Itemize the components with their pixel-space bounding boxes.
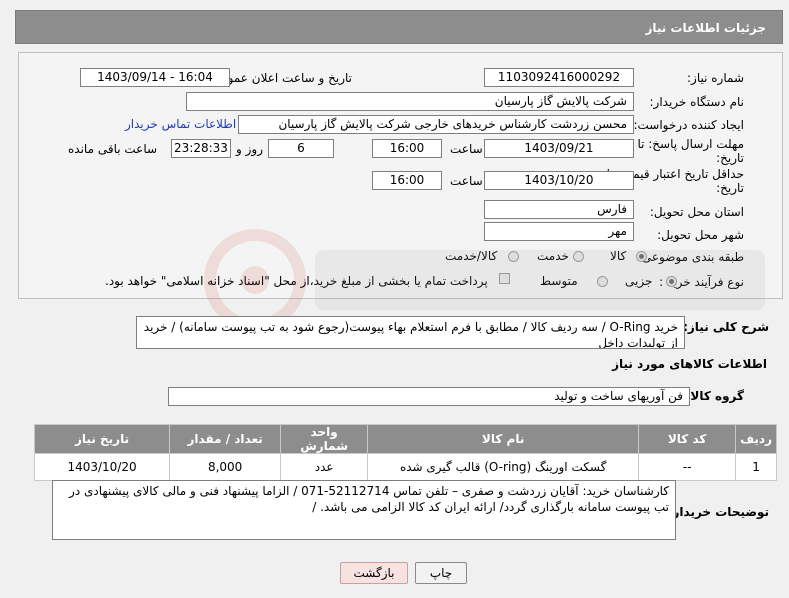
requester-label: ایجاد کننده درخواست: [633,118,744,132]
purchase-minor-radio[interactable] [666,276,677,287]
announce-datetime-field: 1403/09/14 - 16:04 [80,68,230,87]
goods-section-title: اطلاعات کالاهای مورد نیاز [612,357,767,371]
delivery-city-field: مهر [484,222,634,241]
col-item-code: کد کالا [638,424,737,454]
print-button[interactable]: چاپ [415,562,467,584]
reply-deadline-time-field: 16:00 [372,139,442,158]
table-row: 1 -- گسکت اورینگ (O-ring) قالب گیری شده … [33,453,777,481]
goods-group-label: گروه کالا: [685,389,744,403]
reply-deadline-label: مهلت ارسال پاسخ: تا [637,137,744,151]
remaining-time-field: 23:28:33 [171,139,231,158]
col-quantity: تعداد / مقدار [169,424,282,454]
cell-need-date: 1403/10/20 [33,453,171,481]
items-table-header: ردیف کد کالا نام کالا واحد شمارش تعداد /… [33,424,777,454]
buyer-org-label: نام دستگاه خریدار: [649,95,745,109]
col-unit: واحد شمارش [280,424,369,454]
remaining-time-label: ساعت باقی مانده [68,142,158,156]
purchase-minor-label: جزیی [625,274,653,288]
category-label: طبقه بندی موضوعی: [637,250,744,264]
items-table: ردیف کد کالا نام کالا واحد شمارش تعداد /… [33,424,777,481]
cell-quantity: 8,000 [169,453,282,481]
page-header: جزئیات اطلاعات نیاز [15,10,783,44]
reply-deadline-date-label: تاریخ: [716,151,744,165]
category-goods-service-radio[interactable] [508,251,519,262]
col-row-number: ردیف [735,424,777,454]
goods-group-field: فن آوریهای ساخت و تولید [168,387,690,406]
delivery-province-field: فارس [484,200,634,219]
cell-item-code: -- [638,453,737,481]
reply-deadline-date-field: 1403/09/21 [484,139,634,158]
category-goods-radio[interactable] [636,251,647,262]
description-label: شرح کلی نیاز: [683,320,769,334]
requester-field: محسن زردشت کارشناس خریدهای خارجی شرکت پا… [238,115,634,134]
category-service-radio[interactable] [573,251,584,262]
price-validity-time-field: 16:00 [372,171,442,190]
cell-row-number: 1 [735,453,777,481]
purchase-medium-label: متوسط [540,274,578,288]
buyer-notes-label: توضیحات خریدار: [667,505,769,519]
col-item-name: نام کالا [367,424,640,454]
price-validity-date-field: 1403/10/20 [484,171,634,190]
category-goods-label: کالا [610,249,627,263]
category-goods-service-label: کالا/خدمت [445,249,498,263]
treasury-payment-note: پرداخت تمام یا بخشی از مبلغ خرید،از محل … [105,274,488,288]
cell-unit: عدد [280,453,369,481]
need-number-label: شماره نیاز: [687,71,744,85]
delivery-province-label: استان محل تحویل: [649,205,744,219]
back-button[interactable]: بازگشت [340,562,408,584]
need-number-field: 1103092416000292 [484,68,634,87]
col-need-date: تاریخ نیاز [33,424,171,454]
delivery-city-label: شهر محل تحویل: [657,228,744,242]
reply-deadline-time-label: ساعت [450,142,483,156]
category-service-label: خدمت [537,249,569,263]
price-validity-date-label: تاریخ: [716,181,744,195]
buyer-org-field: شرکت پالایش گاز پارسیان [186,92,634,111]
treasury-payment-checkbox[interactable] [499,273,510,284]
reply-days-label: روز و [236,142,263,156]
buyer-notes-text: کارشناسان خرید: آقایان زردشت و صفری – تل… [52,480,676,540]
price-validity-time-label: ساعت [450,174,483,188]
reply-days-field: 6 [268,139,334,158]
cell-item-name: گسکت اورینگ (O-ring) قالب گیری شده [367,453,640,481]
buyer-contact-link[interactable]: اطلاعات تماس خریدار [125,117,236,131]
page-title: جزئیات اطلاعات نیاز [645,21,766,35]
description-text: خرید O-Ring / سه ردیف کالا / مطابق با فر… [136,316,685,349]
purchase-medium-radio[interactable] [597,276,608,287]
